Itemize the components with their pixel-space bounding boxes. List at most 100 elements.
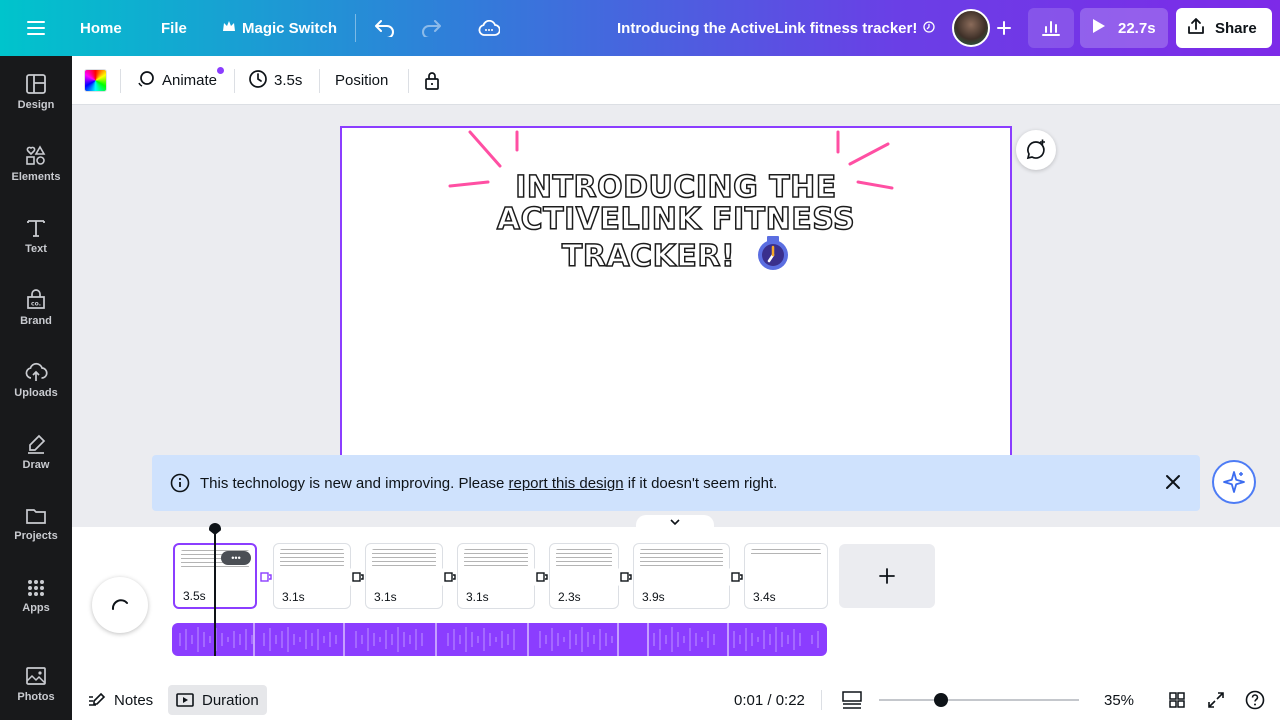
- divider: [355, 14, 356, 42]
- notes-button[interactable]: Notes: [88, 680, 153, 720]
- zoom-slider-track[interactable]: [879, 693, 1079, 707]
- undo-icon[interactable]: [372, 0, 398, 56]
- animate-button[interactable]: Animate: [136, 56, 225, 105]
- add-collaborator-icon[interactable]: [992, 0, 1016, 56]
- loading-icon: [111, 599, 128, 610]
- sidebar-item-label: Projects: [14, 530, 58, 542]
- grid-view-icon[interactable]: [1167, 680, 1187, 720]
- magic-switch-label: Magic Switch: [242, 19, 338, 37]
- page-thumbnail[interactable]: 3.1s: [457, 543, 535, 609]
- banner-text: This technology is new and improving. Pl…: [200, 475, 777, 492]
- design-canvas[interactable]: INTRODUCING THE ACTIVELINK FITNESS TRACK…: [340, 126, 1012, 456]
- color-picker-icon[interactable]: [84, 69, 107, 92]
- sidebar-item-uploads[interactable]: Uploads: [0, 348, 72, 412]
- clock-icon: [923, 20, 935, 37]
- divider: [821, 690, 822, 710]
- help-icon[interactable]: [1244, 680, 1266, 720]
- insights-icon[interactable]: [1028, 8, 1074, 48]
- file-menu-button[interactable]: File: [161, 0, 187, 56]
- page-duration: 3.1s: [466, 590, 489, 604]
- text-icon: [27, 220, 45, 237]
- sidebar-item-text[interactable]: Text: [0, 204, 72, 268]
- more-options-label: •••: [231, 553, 241, 563]
- page-thumbnail[interactable]: 3.9s: [633, 543, 730, 609]
- thumbnail-preview: [556, 549, 612, 567]
- page-thumbnail[interactable]: 3.1s: [273, 543, 351, 609]
- sidebar-item-elements[interactable]: Elements: [0, 132, 72, 196]
- add-comment-button[interactable]: [1016, 130, 1056, 170]
- info-icon: [170, 473, 190, 493]
- headline-word: TRACKER!: [561, 239, 736, 274]
- sidebar-item-label: Text: [25, 243, 47, 255]
- menu-icon[interactable]: [22, 0, 50, 56]
- thumbnail-preview: [640, 549, 723, 567]
- duration-button[interactable]: Duration: [168, 685, 267, 715]
- playhead-handle[interactable]: [209, 523, 221, 535]
- play-duration: 22.7s: [1118, 19, 1156, 37]
- page-duration: 2.3s: [558, 590, 581, 604]
- chevron-down-icon: [670, 518, 680, 525]
- timing-button[interactable]: 3.5s: [248, 56, 302, 105]
- sidebar-item-design[interactable]: Design: [0, 60, 72, 124]
- play-icon: [1092, 18, 1106, 38]
- audio-track[interactable]: [172, 623, 827, 656]
- close-icon[interactable]: [1164, 473, 1182, 491]
- share-button[interactable]: Share: [1176, 8, 1272, 48]
- comment-icon: [1026, 139, 1045, 160]
- thumbnail-preview: [751, 549, 821, 557]
- page-thumbnail[interactable]: 3.4s: [744, 543, 828, 609]
- design-title[interactable]: Introducing the ActiveLink fitness track…: [617, 0, 935, 56]
- zoom-slider-handle[interactable]: [934, 693, 948, 707]
- report-design-link[interactable]: report this design: [509, 475, 624, 492]
- magic-assistant-button[interactable]: [1212, 460, 1256, 504]
- stopwatch-icon: [756, 236, 790, 279]
- page-duration: 3.9s: [642, 590, 665, 604]
- headline-line: INTRODUCING THE: [514, 170, 837, 205]
- thumbnail-preview: [280, 549, 344, 567]
- duration-label: Duration: [202, 691, 259, 709]
- sidebar-item-label: Apps: [22, 602, 50, 614]
- playback-toggle-button[interactable]: [92, 577, 148, 633]
- time-display: 0:01 / 0:22: [734, 691, 805, 709]
- uploads-icon: [25, 362, 48, 381]
- sidebar-item-label: Brand: [20, 315, 52, 327]
- avatar[interactable]: [952, 9, 990, 47]
- share-icon: [1187, 17, 1205, 39]
- headline[interactable]: INTRODUCING THE ACTIVELINK FITNESS TRACK…: [342, 170, 1010, 279]
- new-badge-dot: [217, 67, 225, 74]
- sidebar-item-photos[interactable]: Photos: [0, 652, 72, 716]
- thumbnail-preview: [372, 549, 436, 567]
- page-thumbnail[interactable]: 3.1s: [365, 543, 443, 609]
- animate-label: Animate: [162, 72, 218, 89]
- headline-line: TRACKER!: [342, 236, 1010, 279]
- position-button[interactable]: Position: [335, 56, 388, 105]
- sidebar-item-projects[interactable]: Projects: [0, 492, 72, 556]
- redo-icon[interactable]: [418, 0, 444, 56]
- animate-icon: [136, 69, 156, 93]
- page-thumbnail[interactable]: 2.3s: [549, 543, 619, 609]
- magic-switch-button[interactable]: Magic Switch: [222, 0, 337, 56]
- cloud-save-icon[interactable]: [476, 0, 502, 56]
- lock-icon[interactable]: [422, 56, 442, 105]
- playhead[interactable]: [214, 533, 216, 656]
- zoom-level[interactable]: 35%: [1104, 680, 1134, 720]
- more-options-button[interactable]: •••: [221, 551, 251, 565]
- sidebar-item-apps[interactable]: Apps: [0, 564, 72, 628]
- notes-icon: [88, 692, 106, 708]
- home-button[interactable]: Home: [80, 0, 122, 56]
- top-bar: Home File Magic Switch Introducing the A…: [0, 0, 1280, 56]
- play-button[interactable]: 22.7s: [1080, 8, 1168, 48]
- sidebar-item-label: Draw: [22, 459, 50, 471]
- fullscreen-icon[interactable]: [1206, 680, 1226, 720]
- context-toolbar: Animate 3.5s Position: [72, 56, 1280, 105]
- sidebar-item-brand[interactable]: co. Brand: [0, 276, 72, 340]
- sparkle-icon: [1223, 471, 1245, 493]
- layout-view-icon[interactable]: [841, 680, 863, 720]
- divider: [120, 69, 121, 93]
- sidebar-item-label: Photos: [17, 691, 55, 703]
- sidebar-item-draw[interactable]: Draw: [0, 420, 72, 484]
- sidebar-item-label: Design: [17, 99, 55, 111]
- divider: [319, 69, 320, 93]
- add-page-button[interactable]: [839, 544, 935, 608]
- divider: [234, 69, 235, 93]
